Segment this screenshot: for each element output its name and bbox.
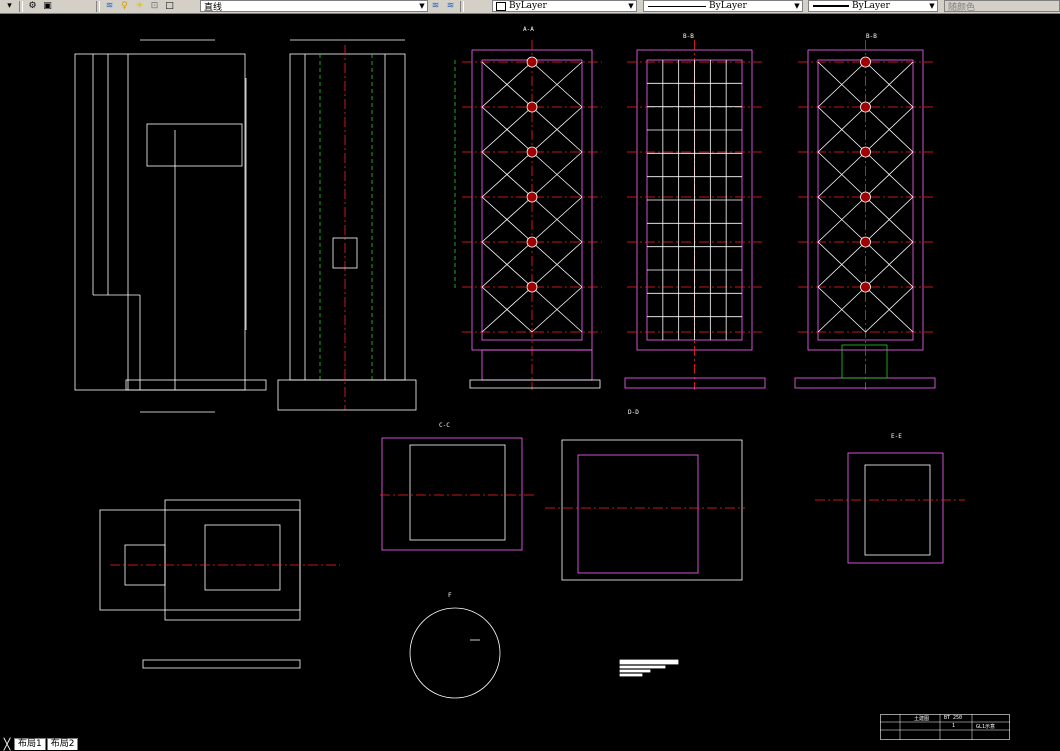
section-ee-inner [864,464,931,556]
notes-bar [619,669,651,673]
ucs-x-icon: ╳ [3,737,11,751]
linetype-combo[interactable]: ByLayer ▼ [643,0,803,12]
square-icon[interactable]: □ [162,1,177,13]
layer-controls: ≋ ♀ ☀ ⊡ □ [94,0,177,13]
section-cc-plan-inner [409,444,506,541]
cad-drawing-canvas[interactable] [0,13,1060,738]
title-block: 土建图 BT 250 1 GL1示意 [880,714,1010,740]
node-hub [526,56,538,68]
layer-states-icon[interactable]: ▣ [40,1,55,13]
section-aa-base [481,349,593,381]
gear-icon[interactable]: ⚙ [25,1,40,13]
title-block-title: GL1示意 [976,724,996,730]
chevron-down-icon[interactable]: ▼ [927,1,937,11]
plan-dimension [142,659,301,669]
section-dd-dim [561,439,743,581]
front-elevation-outline [74,53,246,391]
chevron-down-icon[interactable]: ▼ [792,1,802,11]
title-block-name: 土建图 [914,716,930,722]
layer-match-icon[interactable]: ≋ [428,1,443,13]
sun-icon[interactable]: ☀ [132,1,147,13]
title-block-sheet: 1 [952,723,956,729]
node-hub [860,281,871,293]
node-hub [526,146,538,158]
tab-layout2[interactable]: 布局2 [46,738,79,750]
color-swatch [496,1,506,11]
layer-previous-icon[interactable]: ≋ [443,1,458,13]
node-hub [860,101,871,113]
color-combo[interactable]: ByLayer ▼ [492,0,637,12]
plan-core [204,524,281,591]
side-elevation-base [277,379,417,411]
separator [460,1,464,12]
node-hub [860,191,871,203]
chevron-down-icon[interactable]: ▼ [417,1,427,11]
section-bb-foot [624,377,766,389]
side-elevation-outline [289,53,406,381]
detail-circle [409,607,501,699]
section-ee-plan [847,452,944,564]
section-label-cc: C-C [439,422,450,429]
section-label-a: A-A [523,26,534,33]
notes-bar [619,665,666,669]
front-elevation-panel [146,123,243,167]
lock-icon[interactable]: ⊡ [147,1,162,13]
separator [19,1,23,12]
lineweight-combo[interactable]: ByLayer ▼ [808,0,938,12]
lineweight-sample [813,5,849,7]
node-hub [526,191,538,203]
node-hub [526,101,538,113]
node-hub [860,146,871,158]
linetype-value: ByLayer [709,1,747,11]
lineweight-value: ByLayer [852,1,890,11]
plotstyle-value: 随颜色 [948,2,976,13]
dropdown-arrow-icon[interactable]: ▾ [2,1,17,13]
layout-tabs: ╳ 布局1 布局2 [0,737,200,751]
layer-name: 直线 [204,2,223,13]
section-dd-plan [577,454,699,574]
properties-toolbar: ▾ ⚙ ▣ ≋ ♀ ☀ ⊡ □ 直线 ▼ ≋ ≋ ByLayer ▼ ByLay… [0,0,1060,14]
node-hub [526,281,538,293]
linetype-sample [648,5,706,7]
section-cc-foot [794,377,936,389]
layers-icon[interactable]: ≋ [102,1,117,13]
section-label-f: F [448,592,452,599]
node-hub [526,236,538,248]
section-cc-plan [381,437,523,551]
tab-layout1[interactable]: 布局1 [14,738,46,750]
layer-combo[interactable]: 直线 ▼ [200,0,428,13]
section-label-b: B-B [683,33,694,40]
node-hub [860,236,871,248]
notes-bar [619,659,679,665]
toolbar-left-group: ▾ ⚙ ▣ [2,0,55,13]
color-value: ByLayer [509,1,547,11]
section-label-ee: E-E [891,433,902,440]
title-block-code: BT 250 [944,715,963,721]
bulb-icon[interactable]: ♀ [117,1,132,13]
chevron-down-icon[interactable]: ▼ [626,1,636,11]
node-hub [860,56,871,68]
section-aa-foot [469,379,601,389]
notes-bar [619,673,643,677]
plotstyle-combo[interactable]: 随颜色 [944,0,1060,13]
layer-match-group: ≋ ≋ [428,0,466,13]
section-label-c: B-B [866,33,877,40]
section-label-dd: D-D [628,409,639,416]
separator [96,1,100,12]
